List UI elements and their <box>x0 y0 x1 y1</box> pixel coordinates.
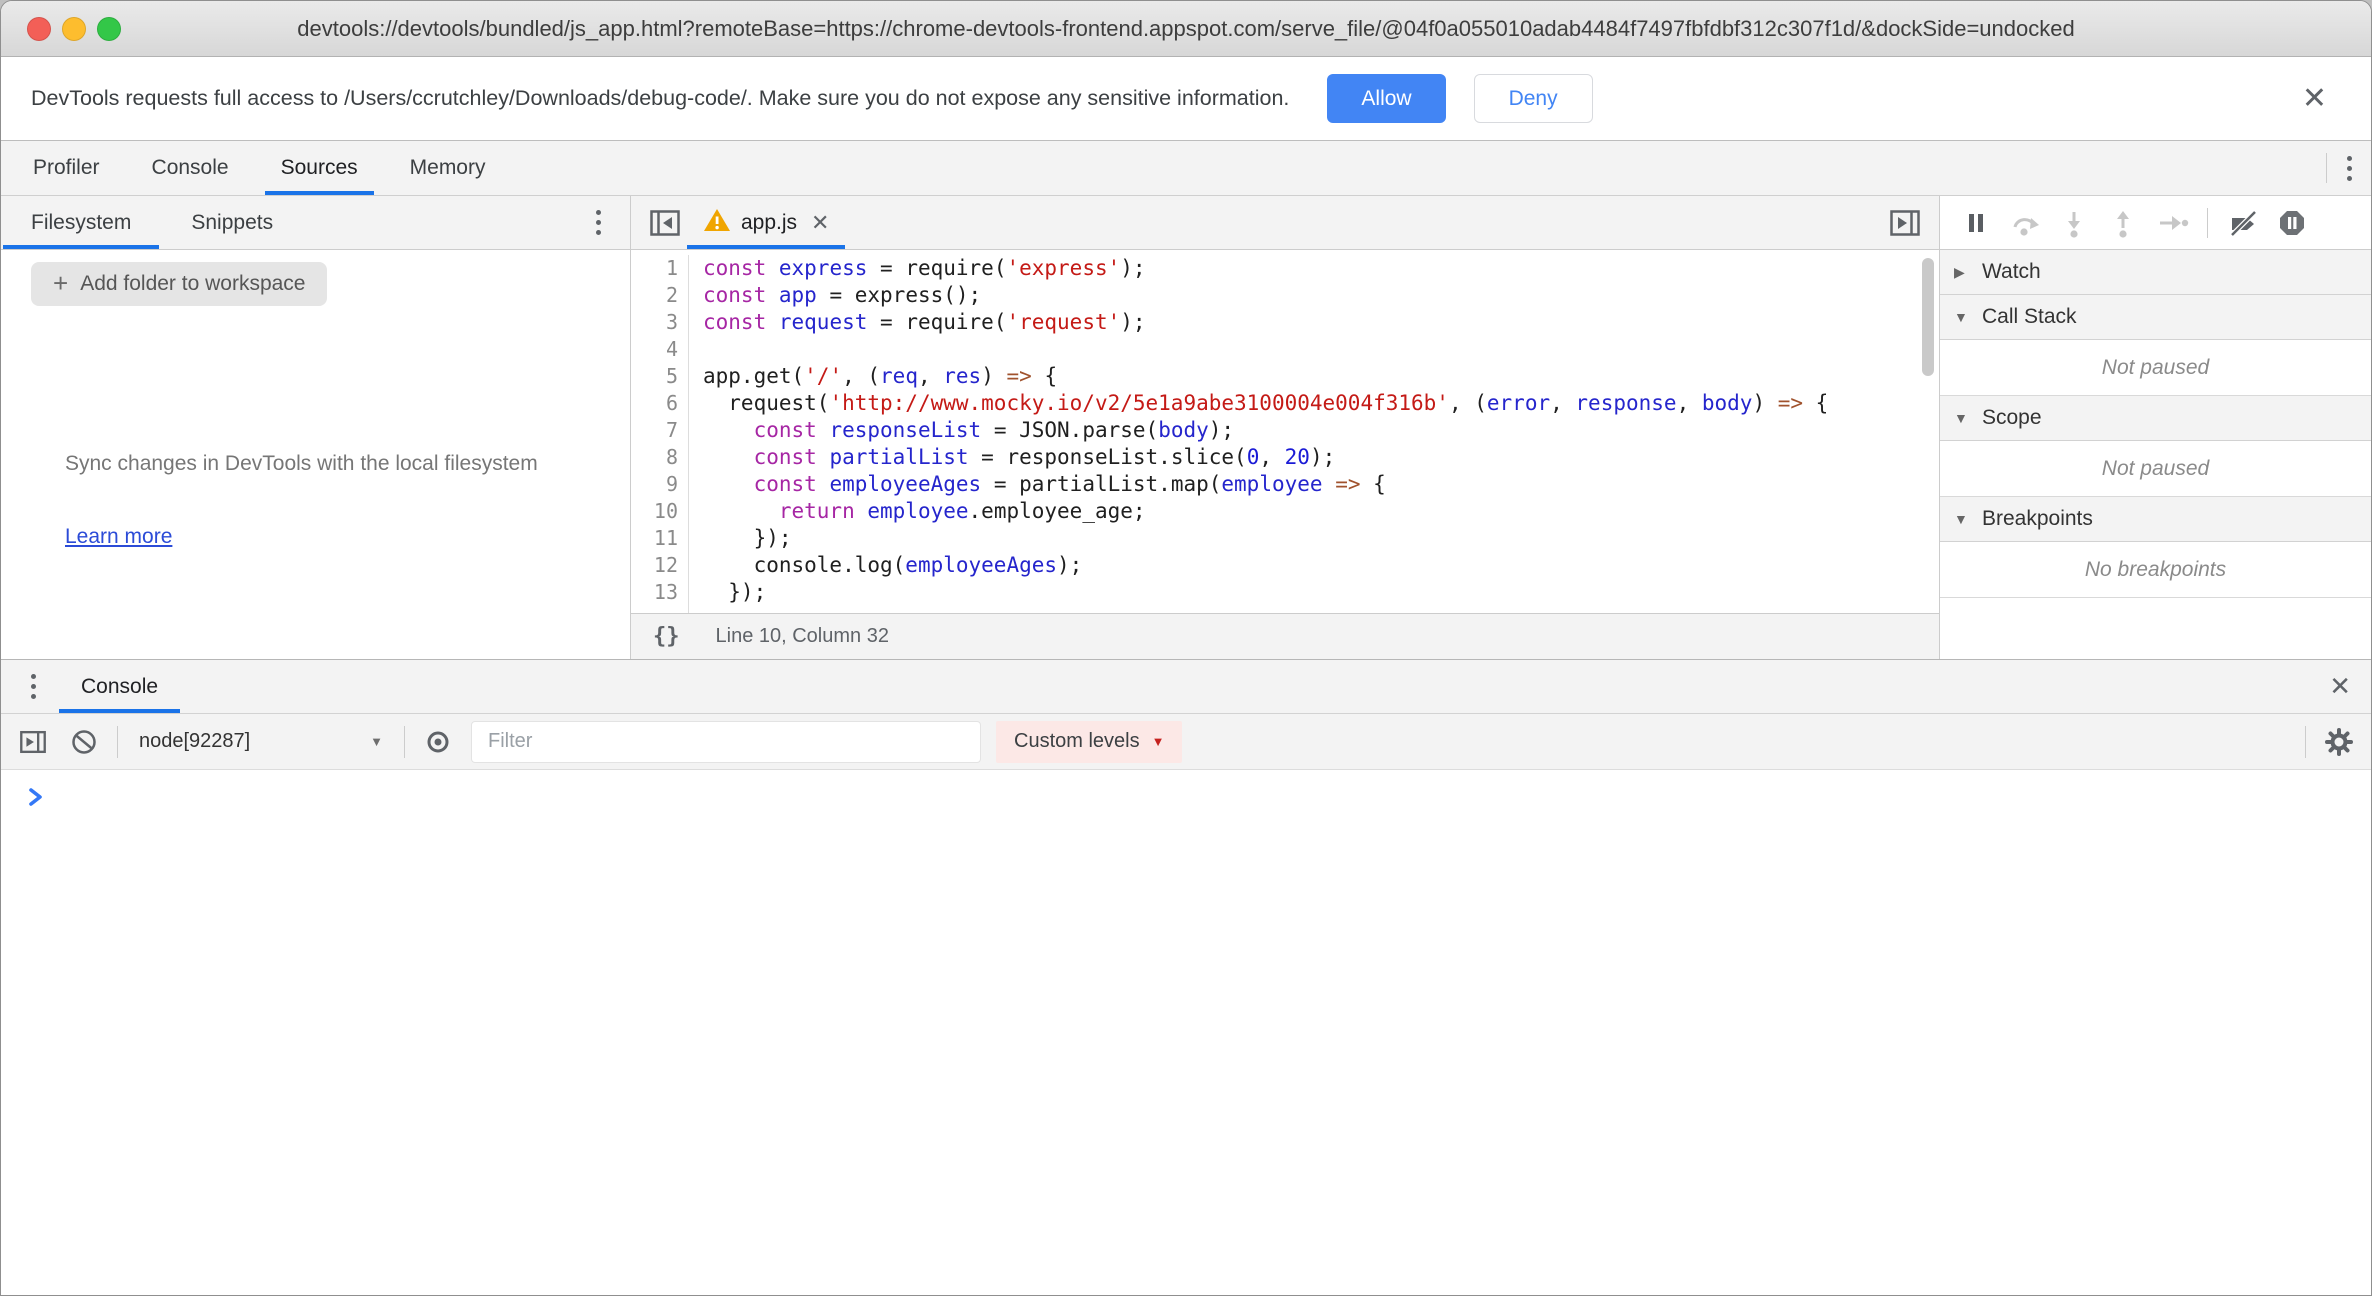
step-into-icon[interactable] <box>2056 205 2092 241</box>
hide-navigator-icon[interactable] <box>643 196 687 249</box>
drawer-tab-console[interactable]: Console <box>55 660 184 713</box>
close-icon[interactable]: ✕ <box>2302 84 2327 114</box>
tab-snippets[interactable]: Snippets <box>161 196 303 249</box>
tab-profiler[interactable]: Profiler <box>7 141 126 195</box>
format-braces-icon[interactable]: {} <box>653 624 680 649</box>
close-icon[interactable]: ✕ <box>811 212 829 234</box>
section-label: Scope <box>1982 406 2042 430</box>
window-title-url: devtools://devtools/bundled/js_app.html?… <box>1 16 2371 42</box>
custom-levels-label: Custom levels <box>1014 730 1140 753</box>
call-stack-section-header[interactable]: ▼ Call Stack <box>1940 295 2371 340</box>
debugger-toolbar <box>1940 196 2371 250</box>
minimize-traffic-icon[interactable] <box>62 17 86 41</box>
title-bar: devtools://devtools/bundled/js_app.html?… <box>1 1 2371 57</box>
section-label: Call Stack <box>1982 305 2077 329</box>
step-icon[interactable] <box>2154 205 2190 241</box>
show-console-sidebar-icon[interactable] <box>15 724 51 760</box>
zoom-traffic-icon[interactable] <box>97 17 121 41</box>
prompt-chevron-icon <box>27 795 45 812</box>
plus-icon: + <box>53 270 68 296</box>
allow-button[interactable]: Allow <box>1327 74 1445 123</box>
line-numbers[interactable]: 12345678910111213 <box>631 255 689 613</box>
navigator-pane: Filesystem Snippets + Add folder to work… <box>1 196 631 659</box>
live-expression-eye-icon[interactable] <box>420 724 456 760</box>
divider <box>404 726 405 758</box>
drawer-tab-bar: Console ✕ <box>1 660 2371 714</box>
breakpoints-status: No breakpoints <box>1940 542 2371 598</box>
sync-description: Sync changes in DevTools with the local … <box>65 448 545 481</box>
show-debugger-icon[interactable] <box>1883 196 1927 249</box>
file-tab-appjs[interactable]: app.js ✕ <box>687 196 845 249</box>
pause-icon[interactable] <box>1958 205 1994 241</box>
add-folder-button[interactable]: + Add folder to workspace <box>31 262 327 306</box>
editor-tab-bar: app.js ✕ <box>631 196 1939 250</box>
sources-panel: Filesystem Snippets + Add folder to work… <box>1 196 2371 659</box>
section-label: Breakpoints <box>1982 507 2093 531</box>
disclosure-triangle-icon: ▼ <box>1954 309 1970 325</box>
divider <box>117 726 118 758</box>
call-stack-status: Not paused <box>1940 340 2371 396</box>
warning-triangle-icon <box>703 207 731 239</box>
permission-infobar: DevTools requests full access to /Users/… <box>1 57 2371 141</box>
tab-sources[interactable]: Sources <box>255 141 384 195</box>
add-folder-label: Add folder to workspace <box>80 272 305 296</box>
disclosure-triangle-icon: ▼ <box>1954 511 1970 527</box>
file-tab-label: app.js <box>741 211 797 235</box>
breakpoints-section-header[interactable]: ▼ Breakpoints <box>1940 497 2371 542</box>
traffic-lights <box>27 17 121 41</box>
devtools-window: devtools://devtools/bundled/js_app.html?… <box>0 0 2372 1296</box>
kebab-menu-icon[interactable] <box>576 196 620 249</box>
editor-pane: app.js ✕ 12345678910111213 const express… <box>631 196 1939 659</box>
filter-input[interactable] <box>471 721 981 763</box>
custom-levels-dropdown[interactable]: Custom levels ▼ <box>996 721 1182 763</box>
code-editor[interactable]: 12345678910111213 const express = requir… <box>631 250 1939 613</box>
console-messages[interactable] <box>1 770 2371 1295</box>
tab-console[interactable]: Console <box>126 141 255 195</box>
editor-scrollbar[interactable] <box>1922 258 1934 376</box>
kebab-menu-icon[interactable] <box>11 660 55 713</box>
console-drawer: Console ✕ node[92287] ▼ Custom levels ▼ <box>1 659 2371 1295</box>
clear-console-icon[interactable] <box>66 724 102 760</box>
scope-status: Not paused <box>1940 441 2371 497</box>
close-icon[interactable]: ✕ <box>2329 660 2351 713</box>
execution-context-selector[interactable]: node[92287] ▼ <box>133 730 389 753</box>
learn-more-link[interactable]: Learn more <box>65 525 172 549</box>
step-over-icon[interactable] <box>2007 205 2043 241</box>
section-label: Watch <box>1982 260 2041 284</box>
console-toolbar: node[92287] ▼ Custom levels ▼ <box>1 714 2371 770</box>
kebab-menu-icon[interactable] <box>2327 141 2371 195</box>
main-tab-bar: Profiler Console Sources Memory <box>1 141 2371 196</box>
navigator-tab-bar: Filesystem Snippets <box>1 196 630 250</box>
deny-button[interactable]: Deny <box>1474 74 1593 123</box>
code-lines[interactable]: const express = require('express');const… <box>689 255 1828 613</box>
close-traffic-icon[interactable] <box>27 17 51 41</box>
disclosure-triangle-icon: ▼ <box>1954 410 1970 426</box>
step-out-icon[interactable] <box>2105 205 2141 241</box>
gear-icon[interactable] <box>2321 724 2357 760</box>
divider <box>2305 726 2306 758</box>
infobar-message: DevTools requests full access to /Users/… <box>31 86 1289 111</box>
disclosure-triangle-icon: ▶ <box>1954 264 1970 281</box>
divider <box>2207 208 2208 238</box>
deactivate-breakpoints-icon[interactable] <box>2225 205 2261 241</box>
chevron-down-icon: ▼ <box>370 734 383 749</box>
debugger-pane: ▶ Watch ▼ Call Stack Not paused ▼ Scope … <box>1939 196 2371 659</box>
chevron-down-icon: ▼ <box>1152 734 1165 749</box>
cursor-position: Line 10, Column 32 <box>716 625 889 648</box>
editor-status-bar: {} Line 10, Column 32 <box>631 613 1939 659</box>
tab-memory[interactable]: Memory <box>384 141 512 195</box>
tab-filesystem[interactable]: Filesystem <box>1 196 161 249</box>
watch-section-header[interactable]: ▶ Watch <box>1940 250 2371 295</box>
pause-on-exceptions-icon[interactable] <box>2274 205 2310 241</box>
scope-section-header[interactable]: ▼ Scope <box>1940 396 2371 441</box>
context-label: node[92287] <box>139 730 250 753</box>
